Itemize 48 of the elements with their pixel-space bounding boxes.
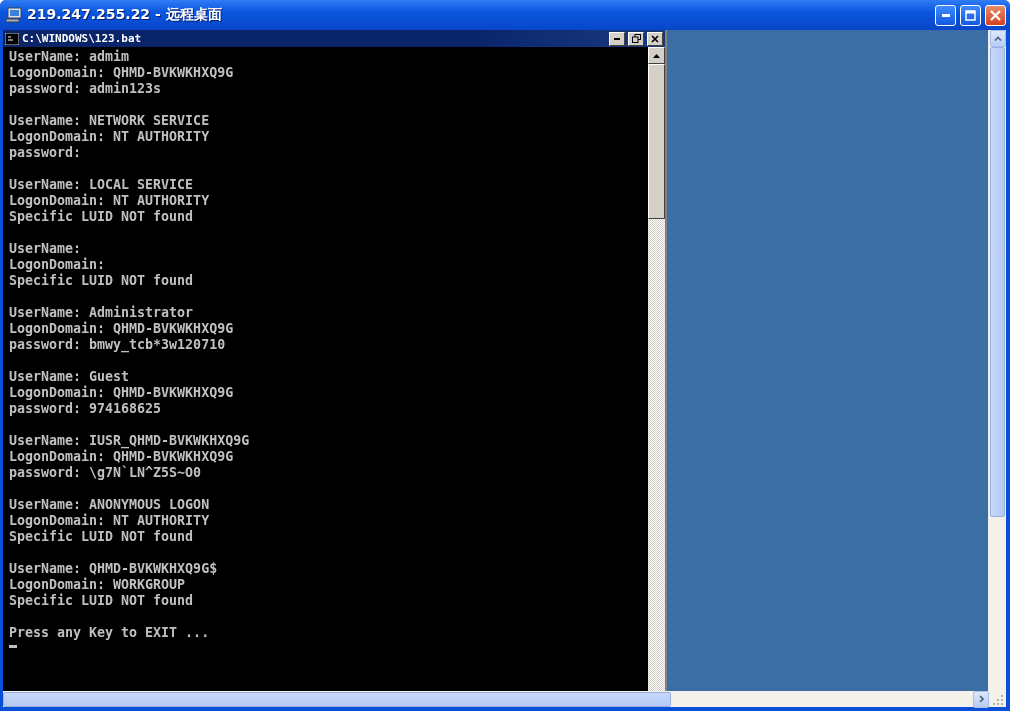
console-line: LogonDomain: QHMD-BVKWKHXQ9G [9,321,234,337]
console-line: LogonDomain: NT AUTHORITY [9,129,210,145]
console-line: UserName: [9,241,82,257]
console-line: UserName: NETWORK SERVICE [9,113,210,129]
minimize-icon [941,13,950,17]
console-title: C:\WINDOWS\123.bat [22,32,143,45]
console-line: UserName: Administrator [9,305,194,321]
close-icon [651,34,659,43]
console-line: UserName: admim [9,49,130,65]
console-line: LogonDomain: QHMD-BVKWKHXQ9G [9,449,234,465]
console-line: Specific LUID NOT found [9,273,194,289]
console-line: LogonDomain: [9,257,106,273]
up-chevron-icon [993,36,1002,41]
window-title: 219.247.255.22 - 远程桌面 [27,6,223,24]
minimize-icon [614,37,620,40]
console-line: LogonDomain: QHMD-BVKWKHXQ9G [9,385,234,401]
restore-button[interactable] [628,31,644,46]
console-line: LogonDomain: QHMD-BVKWKHXQ9G [9,65,234,81]
console-line: password: \g7N`LN^Z5S~O0 [9,465,202,481]
up-triangle-icon [653,53,660,58]
console-line: LogonDomain: WORKGROUP [9,577,186,593]
console-line: LogonDomain: NT AUTHORITY [9,513,210,529]
console-line: UserName: LOCAL SERVICE [9,177,194,193]
console-line: UserName: Guest [9,369,130,385]
close-icon [990,9,1001,21]
restore-icon [631,34,641,43]
console-line: password: admin123s [9,81,162,97]
console-line: Specific LUID NOT found [9,593,194,609]
scroll-thumb[interactable] [990,47,1005,517]
console-line: password: [9,145,82,161]
scroll-thumb[interactable] [3,691,671,707]
console-line: UserName: QHMD-BVKWKHXQ9G$ [9,561,218,577]
console-line: Press any Key to EXIT ... [9,625,210,641]
console-line: password: bmwy_tcb*3w120710 [9,337,226,353]
console-line: Specific LUID NOT found [9,209,194,225]
console-line: LogonDomain: NT AUTHORITY [9,193,210,209]
maximize-button[interactable] [960,4,981,26]
console-line: UserName: IUSR_QHMD-BVKWKHXQ9G [9,433,250,449]
right-chevron-icon [978,695,984,703]
console-line: UserName: ANONYMOUS LOGON [9,497,210,513]
console-icon [5,32,19,45]
console-line: Specific LUID NOT found [9,529,194,545]
console-line: password: 974168625 [9,401,162,417]
close-button[interactable] [647,31,663,46]
text-cursor [9,645,17,648]
maximize-icon [965,9,976,21]
computer-icon [5,7,23,23]
minimize-button[interactable] [609,31,625,46]
